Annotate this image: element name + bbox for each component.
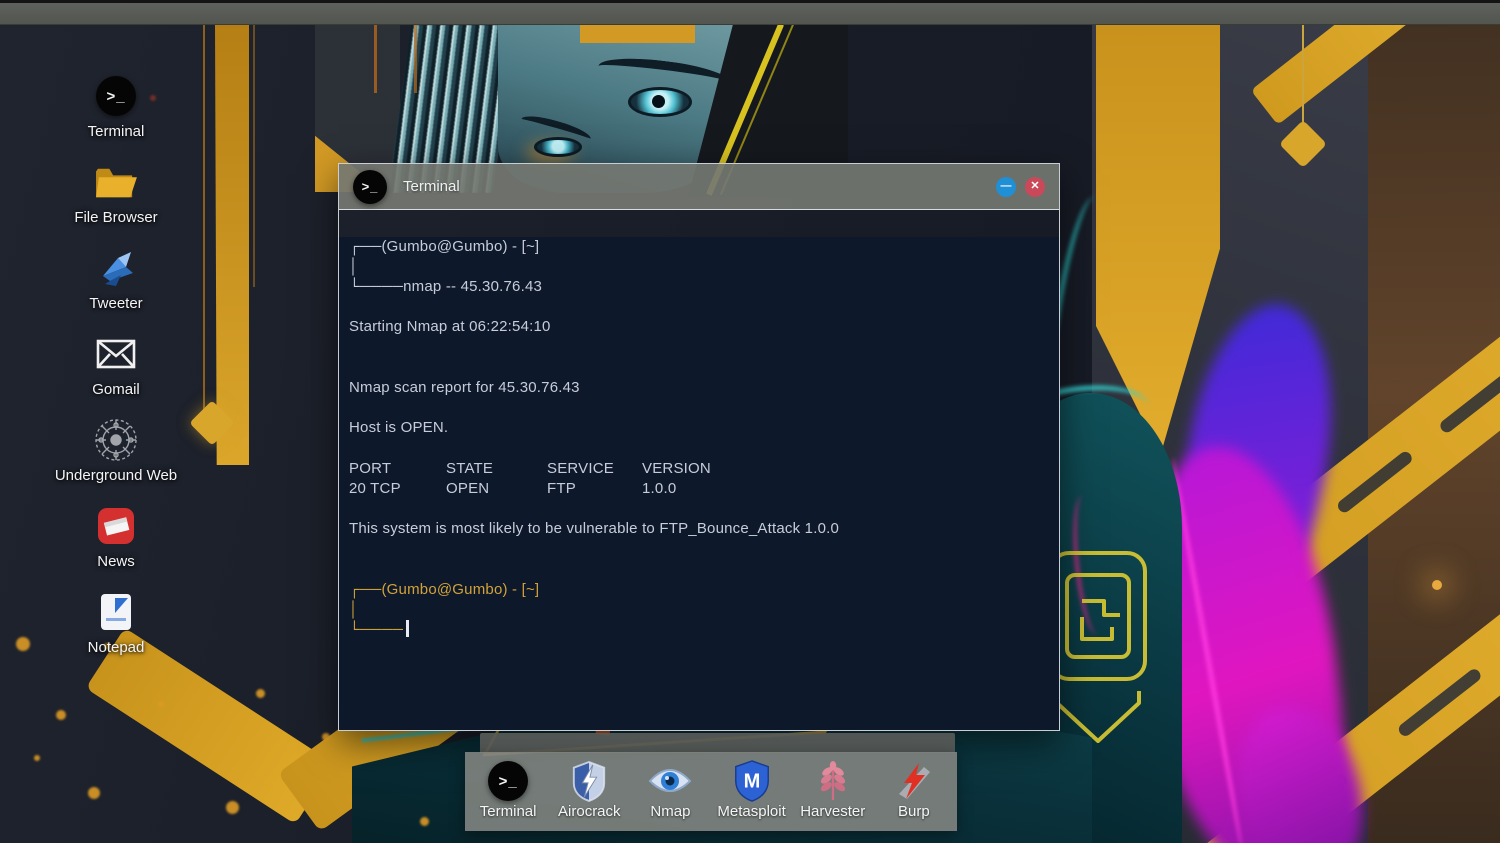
shield-m-icon: M [734, 760, 769, 802]
notepad-icon [101, 594, 131, 630]
desktop-icon-tweeter[interactable]: Tweeter [38, 242, 194, 328]
desktop-icon-label: News [97, 553, 135, 570]
wallpaper-gold-band-left [215, 25, 249, 465]
dock-item-label: Airocrack [558, 803, 621, 820]
dock: >_ Terminal Airocrack Nmap M Metasploit … [465, 752, 957, 831]
close-button[interactable]: ✕ [1025, 176, 1045, 197]
terminal-output[interactable]: ┌──(Gumbo@Gumbo) - [~] │ └────nmap -- 45… [339, 237, 1059, 730]
dock-item-label: Metasploit [717, 803, 786, 820]
desktop-icon-label: Gomail [92, 381, 140, 398]
dock-item-harvester[interactable]: Harvester [795, 760, 871, 820]
terminal-line: ┌──(Gumbo@Gumbo) - [~] [349, 238, 540, 255]
bolt-slash-icon [898, 763, 930, 799]
terminal-icon: >_ [353, 169, 387, 204]
desktop-icon-gomail[interactable]: Gomail [38, 328, 194, 414]
desktop-icon-label: Terminal [87, 123, 145, 140]
terminal-line: Starting Nmap at 06:22:54:10 [349, 318, 551, 335]
wallpaper-pupil [652, 95, 665, 108]
dock-item-terminal[interactable]: >_ Terminal [470, 760, 546, 820]
desktop-icon-label: Notepad [87, 639, 145, 656]
desktop-icon-notepad[interactable]: Notepad [38, 586, 194, 672]
wheat-icon [820, 760, 845, 801]
wallpaper-line [253, 25, 255, 287]
desktop-icon-label: Tweeter [89, 295, 143, 312]
wallpaper-line [374, 25, 377, 93]
terminal-cursor [406, 620, 410, 637]
window-titlebar[interactable]: >_ Terminal — ✕ [339, 164, 1059, 210]
terminal-prompt: └──── [349, 620, 1049, 640]
desktop-icon-label: File Browser [74, 209, 158, 226]
terminal-table-row: 20 TCP OPEN FTP 1.0.0 [349, 480, 677, 497]
terminal-prompt: ┌──(Gumbo@Gumbo) - [~] [349, 581, 540, 598]
terminal-line: │ [349, 258, 359, 275]
wallpaper-eye [534, 137, 582, 157]
desktop-icon-label: Underground Web [54, 467, 178, 484]
terminal-icon: >_ [96, 76, 136, 116]
desktop-icon-underground-web[interactable]: Underground Web [38, 414, 194, 500]
svg-text:M: M [743, 771, 760, 793]
dock-item-metasploit[interactable]: M Metasploit [714, 760, 790, 820]
wallpaper-line [203, 25, 205, 417]
terminal-command: nmap -- 45.30.76.43 [403, 278, 543, 295]
dock-item-label: Terminal [479, 803, 537, 820]
terminal-line: Nmap scan report for 45.30.76.43 [349, 379, 580, 396]
terminal-table-header: PORT STATE SERVICE VERSION [349, 460, 711, 477]
dock-item-airocrack[interactable]: Airocrack [551, 760, 627, 820]
terminal-window: >_ Terminal — ✕ ┌──(Gumbo@Gumbo) - [~] │… [338, 163, 1060, 731]
dock-item-label: Burp [898, 803, 930, 820]
shield-lightning-icon [573, 760, 606, 802]
window-controls: — ✕ [996, 176, 1045, 197]
terminal-vulnerability-line: This system is most likely to be vulnera… [349, 520, 840, 537]
desktop-icon-terminal[interactable]: >_ Terminal [38, 70, 194, 156]
bird-icon [103, 252, 133, 286]
folder-icon [96, 168, 137, 198]
terminal-line: Host is OPEN. [349, 419, 449, 436]
wallpaper-line [1302, 25, 1304, 133]
dock-item-label: Nmap [650, 803, 691, 820]
terminal-icon: >_ [488, 761, 529, 801]
top-bar [0, 0, 1500, 25]
desktop-icon-news[interactable]: News [38, 500, 194, 586]
eye-icon [649, 769, 692, 792]
news-icon [98, 508, 134, 544]
wallpaper-gold-rect [580, 25, 695, 43]
web-emblem-icon [95, 419, 137, 461]
desktop-icon-column: >_ Terminal File Browser Tweeter Gomail … [38, 70, 194, 672]
desktop-icon-file-browser[interactable]: File Browser [38, 156, 194, 242]
dock-item-burp[interactable]: Burp [876, 760, 952, 820]
minimize-button[interactable]: — [996, 176, 1016, 197]
terminal-prompt: │ [349, 601, 359, 618]
dock-item-nmap[interactable]: Nmap [632, 760, 708, 820]
wallpaper-glow [1432, 580, 1442, 590]
window-title: Terminal [403, 178, 460, 195]
dock-handle [480, 733, 955, 753]
terminal-line: └────nmap -- 45.30.76.43 [349, 278, 543, 295]
envelope-icon [96, 339, 136, 369]
dock-item-label: Harvester [800, 803, 866, 820]
wallpaper-line [414, 25, 417, 93]
